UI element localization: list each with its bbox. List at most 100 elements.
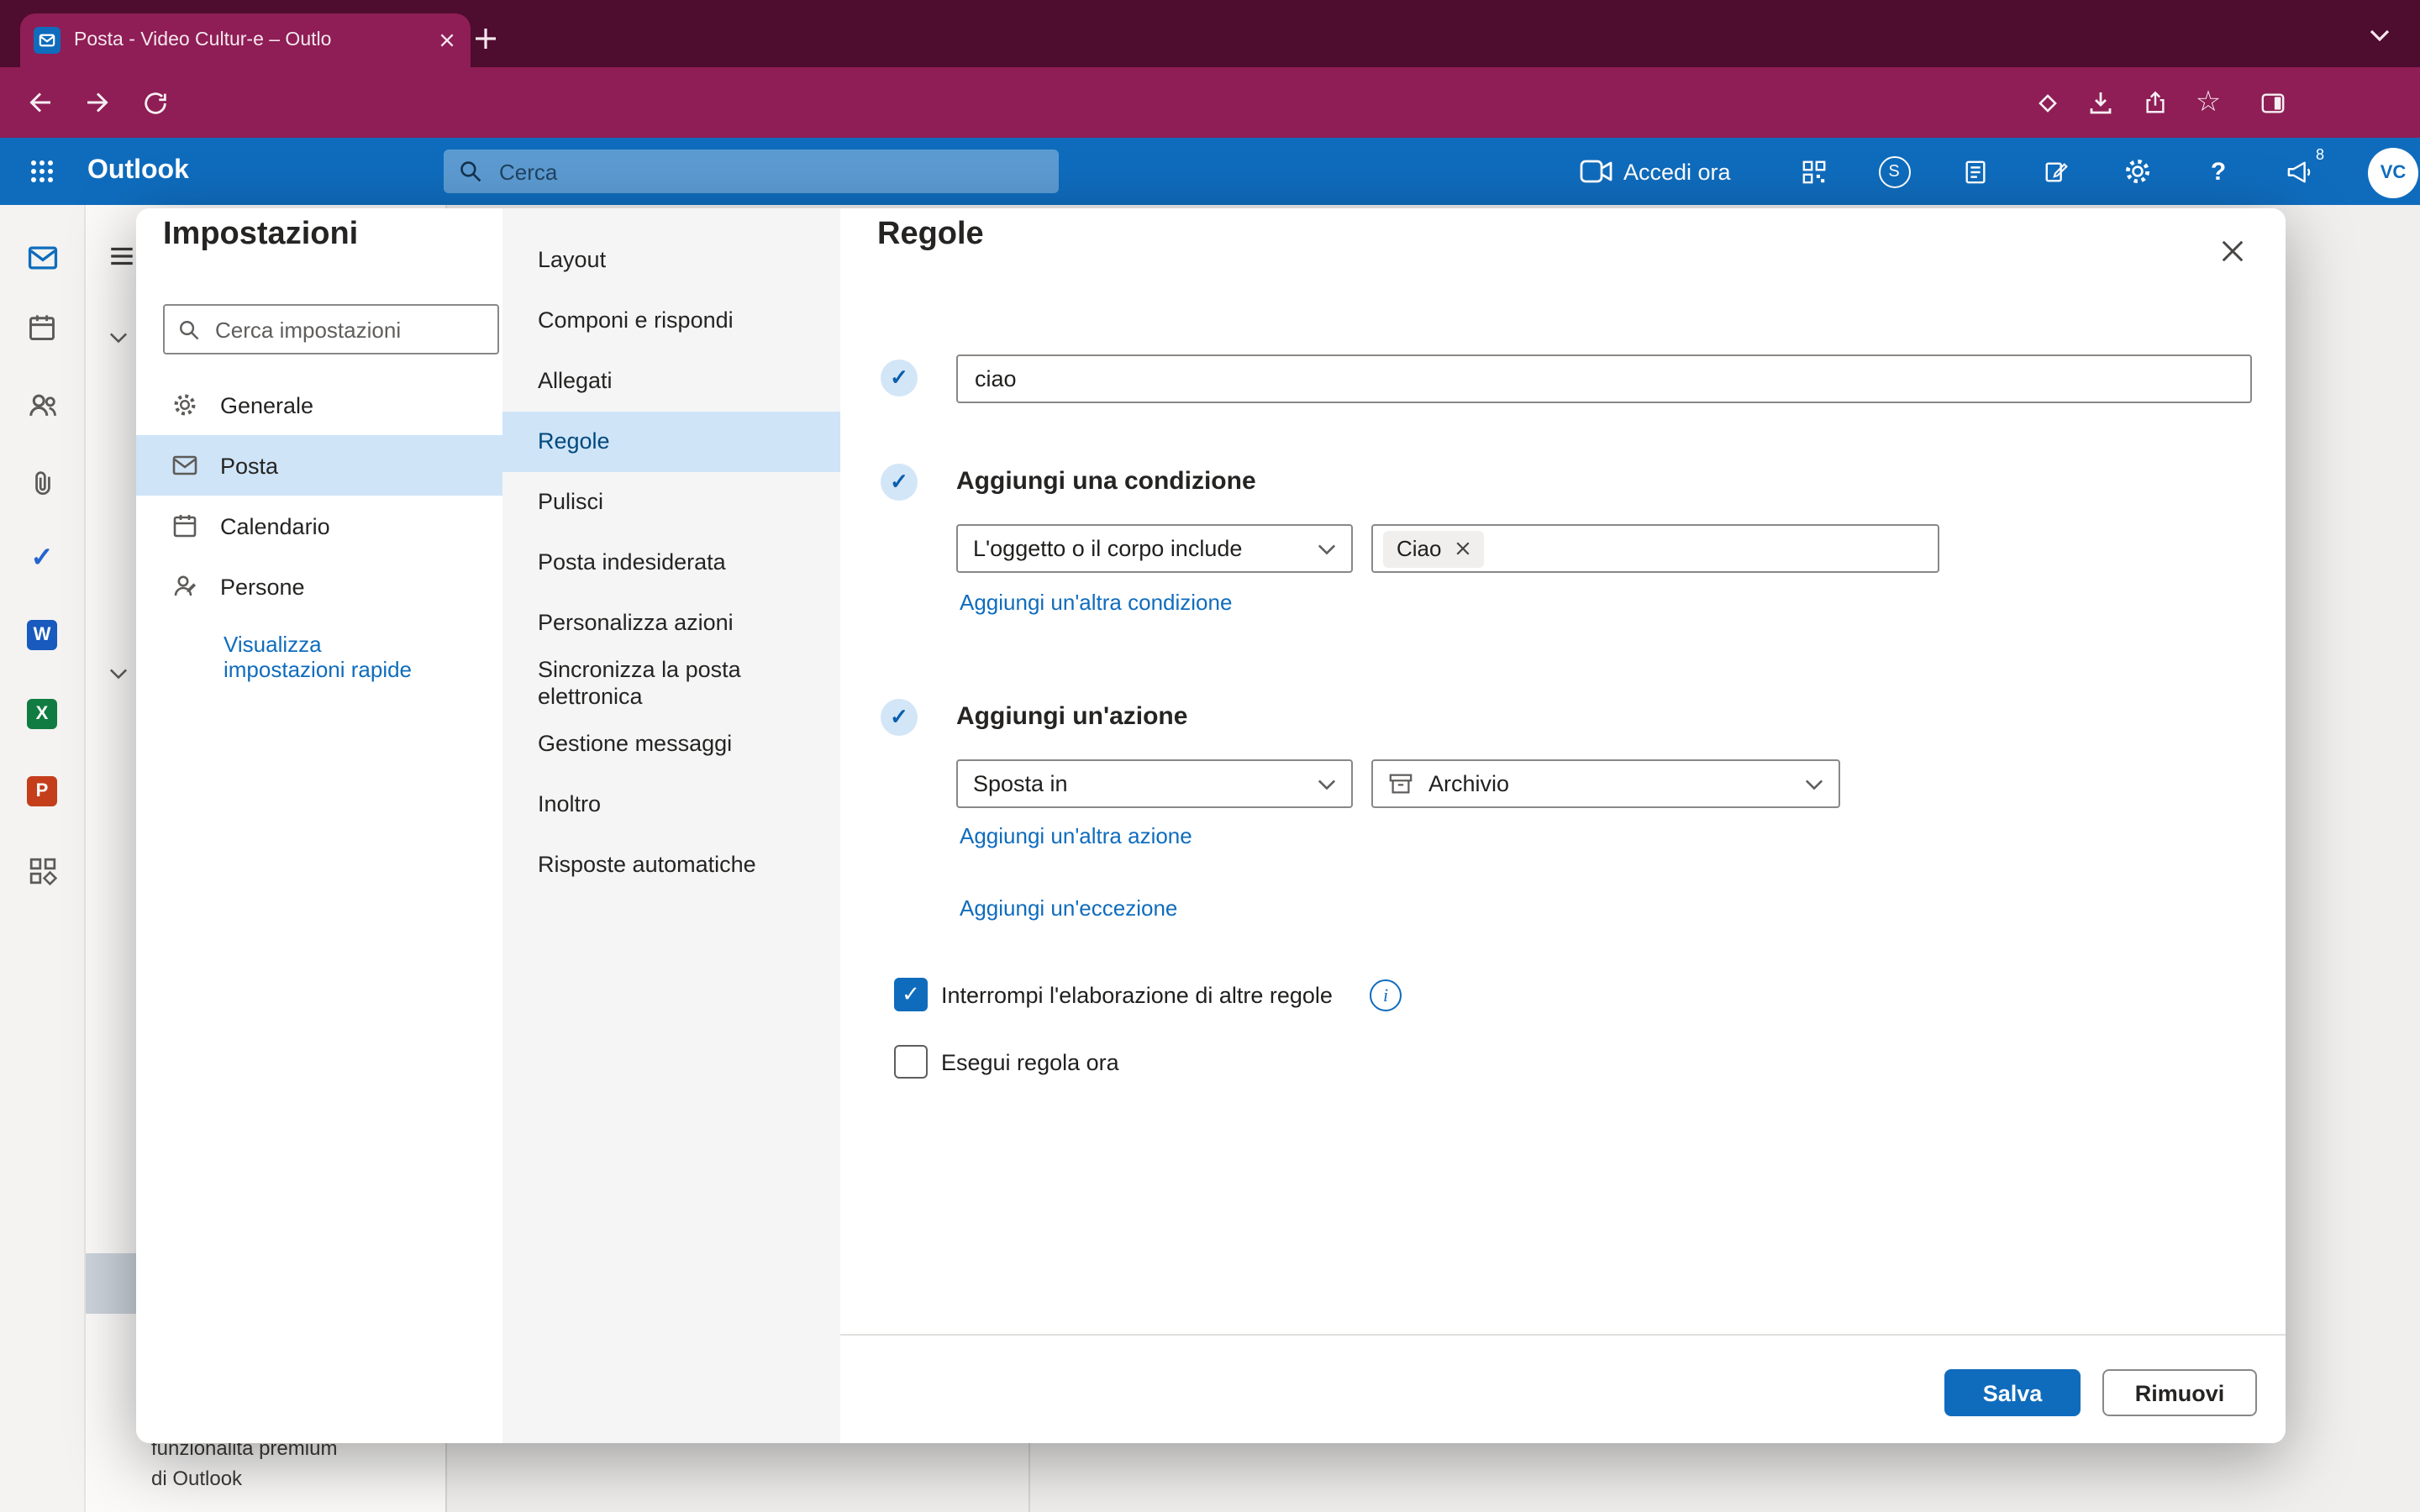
word-icon[interactable]: W xyxy=(24,617,60,654)
archive-icon xyxy=(1388,771,1413,796)
account-avatar[interactable]: VC xyxy=(2368,148,2418,198)
reload-icon[interactable] xyxy=(129,77,180,128)
category-gestione-messaggi[interactable]: Gestione messaggi xyxy=(502,714,840,774)
category-pulisci[interactable]: Pulisci xyxy=(502,472,840,533)
app-launcher-icon[interactable] xyxy=(7,138,77,205)
settings-nav-panel: Impostazioni Generale Po xyxy=(136,208,502,1443)
category-sincronizza[interactable]: Sincronizza la posta elettronica xyxy=(502,654,840,714)
dialog-footer: Salva Rimuovi xyxy=(840,1334,2286,1443)
search-icon xyxy=(459,160,482,183)
forward-icon[interactable] xyxy=(72,77,123,128)
settings-item-label: Calendario xyxy=(220,513,330,538)
attachments-icon[interactable] xyxy=(24,464,60,501)
action-valid-check-icon: ✓ xyxy=(881,699,918,736)
run-now-checkbox[interactable] xyxy=(894,1045,928,1079)
search-icon xyxy=(178,318,200,340)
category-inoltro[interactable]: Inoltro xyxy=(502,774,840,835)
mail-icon[interactable] xyxy=(24,239,60,276)
rule-name-input[interactable] xyxy=(956,354,2252,403)
outlook-wordmark[interactable]: Outlook xyxy=(87,138,189,205)
info-icon[interactable]: i xyxy=(1370,979,1402,1011)
mail-categories-panel: Layout Componi e rispondi Allegati Regol… xyxy=(502,208,840,1443)
meet-now-camera-icon[interactable] xyxy=(1568,138,1625,205)
save-button[interactable]: Salva xyxy=(1944,1369,2081,1416)
chevron-down-icon xyxy=(1318,777,1336,790)
settings-item-calendario[interactable]: Calendario xyxy=(136,496,502,556)
tab-search-chevron-icon[interactable] xyxy=(2363,22,2396,49)
close-icon[interactable] xyxy=(2213,232,2250,269)
back-icon[interactable] xyxy=(15,77,66,128)
add-condition-link[interactable]: Aggiungi un'altra condizione xyxy=(960,590,1232,615)
powerpoint-icon[interactable]: P xyxy=(24,773,60,810)
settings-search-input[interactable] xyxy=(212,315,484,344)
add-action-link[interactable]: Aggiungi un'altra azione xyxy=(960,823,1192,848)
tab-close-icon[interactable] xyxy=(437,32,457,49)
premium-text-line: di Outlook xyxy=(151,1467,242,1490)
people-icon[interactable] xyxy=(24,386,60,423)
condition-select[interactable]: L'oggetto o il corpo include xyxy=(956,524,1353,573)
settings-item-posta[interactable]: Posta xyxy=(136,435,502,496)
share-icon[interactable] xyxy=(2129,77,2180,128)
whats-new-megaphone-icon[interactable]: 8 xyxy=(2270,138,2328,205)
qr-code-icon[interactable] xyxy=(1785,138,1842,205)
category-personalizza-azioni[interactable]: Personalizza azioni xyxy=(502,593,840,654)
settings-search-box[interactable] xyxy=(163,304,499,354)
condition-value-box[interactable]: Ciao xyxy=(1371,524,1939,573)
settings-item-label: Posta xyxy=(220,453,278,478)
category-allegati[interactable]: Allegati xyxy=(502,351,840,412)
immersive-reader-icon[interactable] xyxy=(1946,138,2003,205)
remove-pill-icon[interactable] xyxy=(1455,541,1470,556)
add-exception-link[interactable]: Aggiungi un'eccezione xyxy=(960,895,1177,921)
extension-icon[interactable] xyxy=(2022,77,2072,128)
rules-title: Regole xyxy=(877,217,984,254)
condition-valid-check-icon: ✓ xyxy=(881,464,918,501)
settings-gear-icon[interactable] xyxy=(2109,138,2166,205)
header-search-box[interactable] xyxy=(444,150,1059,193)
category-posta-indesiderata[interactable]: Posta indesiderata xyxy=(502,533,840,593)
more-apps-icon[interactable] xyxy=(24,852,60,889)
category-layout[interactable]: Layout xyxy=(502,230,840,291)
settings-item-generale[interactable]: Generale xyxy=(136,375,502,435)
gear-icon xyxy=(170,391,198,419)
settings-nav-list: Generale Posta Calendario xyxy=(136,375,502,617)
todo-icon[interactable]: ✓ xyxy=(24,539,60,576)
hamburger-icon[interactable] xyxy=(108,242,136,270)
action-select[interactable]: Sposta in xyxy=(956,759,1353,808)
category-risposte-automatiche[interactable]: Risposte automatiche xyxy=(502,835,840,895)
remove-button[interactable]: Rimuovi xyxy=(2102,1369,2257,1416)
category-componi[interactable]: Componi e rispondi xyxy=(502,291,840,351)
condition-heading: Aggiungi una condizione xyxy=(956,467,1256,496)
header-search-input[interactable] xyxy=(496,157,1044,186)
notes-edit-icon[interactable] xyxy=(2027,138,2084,205)
chevron-down-icon[interactable] xyxy=(109,667,128,680)
notification-badge: 8 xyxy=(2316,146,2324,163)
settings-item-persone[interactable]: Persone xyxy=(136,556,502,617)
pane-divider xyxy=(1028,1443,1030,1512)
sign-in-now-link[interactable]: Accedi ora xyxy=(1623,138,1731,205)
browser-tabstrip: Posta - Video Cultur-e – Outlo xyxy=(0,0,2420,67)
calendar-icon xyxy=(170,512,198,540)
outlook-favicon-icon xyxy=(34,27,60,54)
stop-processing-checkbox[interactable]: ✓ xyxy=(894,978,928,1011)
calendar-icon[interactable] xyxy=(24,309,60,346)
quick-settings-link[interactable]: Visualizza impostazioni rapide xyxy=(224,632,432,682)
settings-dialog: Impostazioni Generale Po xyxy=(136,208,2286,1443)
excel-icon[interactable]: X xyxy=(24,696,60,732)
bookmark-star-icon[interactable]: ☆ xyxy=(2183,77,2233,128)
skype-icon[interactable]: S xyxy=(1865,138,1923,205)
chevron-down-icon[interactable] xyxy=(109,331,128,344)
action-target-select[interactable]: Archivio xyxy=(1371,759,1840,808)
side-panel-icon[interactable] xyxy=(2247,77,2297,128)
browser-tab[interactable]: Posta - Video Cultur-e – Outlo xyxy=(20,13,471,67)
category-regole[interactable]: Regole xyxy=(502,412,840,472)
person-icon xyxy=(170,572,198,601)
stop-processing-label: Interrompi l'elaborazione di altre regol… xyxy=(941,983,1333,1008)
action-select-value: Sposta in xyxy=(973,771,1304,796)
app-rail: ✓ W X P xyxy=(0,205,86,1512)
rule-editor-panel: Regole ✓ ✓ Aggiungi una condizione L'ogg… xyxy=(840,208,2286,1443)
new-tab-button[interactable] xyxy=(464,17,508,60)
action-heading: Aggiungi un'azione xyxy=(956,702,1187,731)
help-icon[interactable]: ? xyxy=(2190,138,2247,205)
download-icon[interactable] xyxy=(2075,77,2126,128)
pane-divider xyxy=(445,1443,447,1512)
